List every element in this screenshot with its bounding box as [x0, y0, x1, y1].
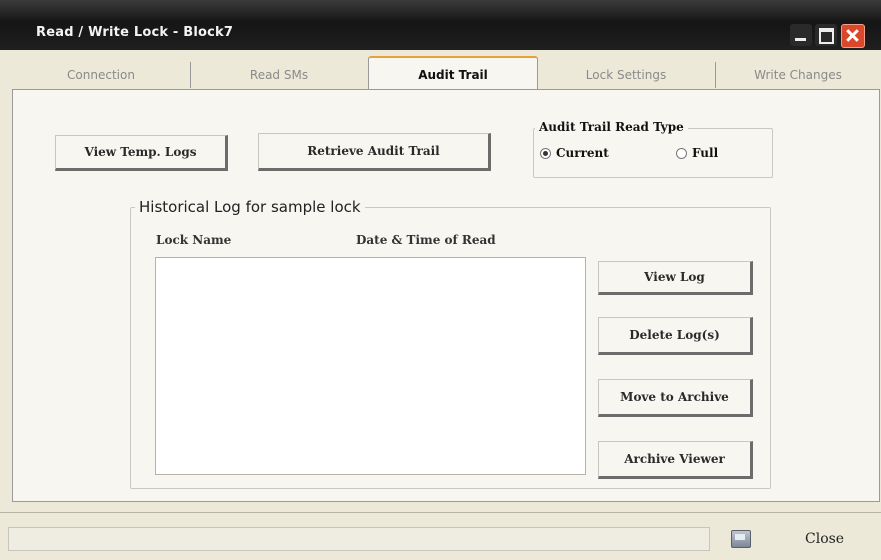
radio-full-icon [676, 148, 687, 159]
tab-connection[interactable]: Connection [12, 62, 191, 88]
view-temp-logs-button[interactable]: View Temp. Logs [55, 135, 228, 171]
minimize-icon[interactable] [790, 24, 812, 46]
radio-current[interactable]: Current [540, 146, 609, 160]
radio-current-label: Current [556, 146, 609, 160]
tab-audit-trail[interactable]: Audit Trail [368, 56, 538, 92]
read-type-label: Audit Trail Read Type [535, 120, 688, 134]
tab-lock-settings[interactable]: Lock Settings [537, 62, 716, 88]
tab-strip: Connection Read SMs Audit Trail Lock Set… [12, 56, 881, 92]
radio-full-label: Full [692, 146, 719, 160]
window-title: Read / Write Lock - Block7 [36, 25, 234, 40]
retrieve-audit-trail-button[interactable]: Retrieve Audit Trail [258, 133, 491, 171]
column-header-lock-name[interactable]: Lock Name [156, 233, 231, 247]
move-to-archive-button[interactable]: Move to Archive [598, 379, 753, 417]
historical-log-list[interactable] [155, 257, 586, 475]
help-icon[interactable] [731, 530, 751, 548]
view-log-button[interactable]: View Log [598, 261, 753, 295]
historical-log-title: Historical Log for sample lock [135, 198, 365, 216]
close-button[interactable]: Close [805, 531, 844, 547]
tab-read-sms[interactable]: Read SMs [190, 62, 369, 88]
archive-viewer-button[interactable]: Archive Viewer [598, 441, 753, 479]
status-field [8, 527, 710, 551]
tab-write-changes[interactable]: Write Changes [715, 62, 881, 88]
column-header-date-time[interactable]: Date & Time of Read [356, 233, 496, 247]
maximize-icon[interactable] [815, 24, 837, 46]
close-window-icon[interactable] [841, 24, 865, 48]
radio-current-icon [540, 148, 551, 159]
delete-logs-button[interactable]: Delete Log(s) [598, 317, 753, 355]
title-bar: Read / Write Lock - Block7 [0, 0, 881, 50]
radio-full[interactable]: Full [676, 146, 718, 160]
